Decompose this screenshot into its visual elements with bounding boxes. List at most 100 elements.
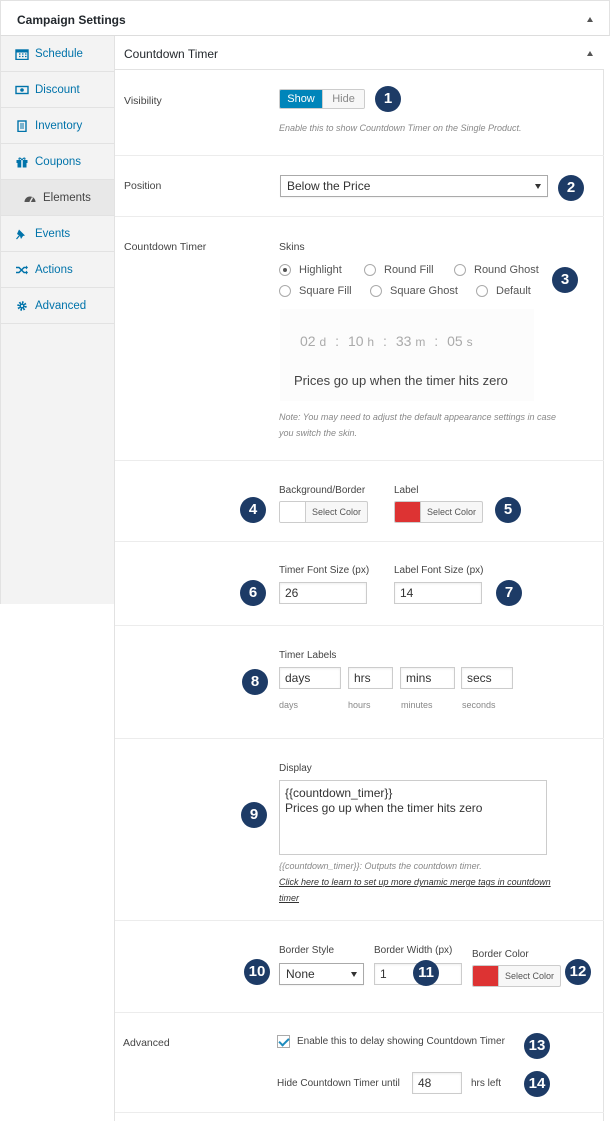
divider	[115, 460, 604, 461]
label-color-swatch	[395, 502, 421, 522]
label-color-label: Label	[394, 485, 419, 496]
visibility-help: Enable this to show Countdown Timer on t…	[279, 123, 522, 133]
skin-option-square-fill[interactable]: Square Fill	[279, 285, 352, 297]
border-width-label: Border Width (px)	[374, 945, 453, 956]
sidebar-item-schedule[interactable]: Schedule	[1, 36, 115, 72]
countdown-timer-label: Countdown Timer	[124, 241, 207, 253]
skin-option-round-ghost[interactable]: Round Ghost	[454, 264, 539, 276]
divider	[115, 1112, 604, 1113]
border-style-select[interactable]: None	[279, 963, 364, 985]
hrs-left-label: hrs left	[471, 1078, 502, 1089]
radio-button[interactable]	[454, 264, 466, 276]
skin-label: Round Ghost	[474, 264, 539, 276]
label-font-size-label: Label Font Size (px)	[394, 565, 484, 576]
radio-button[interactable]	[364, 264, 376, 276]
border-color-picker[interactable]: Select Color	[472, 965, 562, 987]
radio-button[interactable]	[279, 264, 291, 276]
merge-tags-link-cont[interactable]: timer	[279, 890, 299, 906]
hide-button[interactable]: Hide	[322, 90, 364, 108]
skin-option-round-fill[interactable]: Round Fill	[364, 264, 434, 276]
select-color-button[interactable]: Select Color	[499, 966, 560, 986]
panel-title: Campaign Settings	[17, 13, 126, 27]
minutes-label-input[interactable]: mins	[400, 667, 455, 689]
seconds-label-input[interactable]: secs	[461, 667, 513, 689]
radio-button[interactable]	[476, 285, 488, 297]
skin-option-square-ghost[interactable]: Square Ghost	[370, 285, 458, 297]
seconds-caption: seconds	[462, 700, 496, 710]
annotation-badge-14: 14	[524, 1071, 550, 1097]
timer-separator: :	[434, 333, 439, 349]
background-color-picker[interactable]: Select Color	[279, 501, 369, 523]
radio-button[interactable]	[370, 285, 382, 297]
skin-note-line2: you switch the skin.	[279, 428, 358, 438]
sidebar-item-coupons[interactable]: Coupons	[1, 144, 115, 180]
section-header[interactable]: Countdown Timer	[115, 36, 604, 70]
advanced-label: Advanced	[123, 1037, 170, 1049]
skin-option-default[interactable]: Default	[476, 285, 531, 297]
display-line1: {{countdown_timer}}	[285, 786, 393, 800]
show-button[interactable]: Show	[280, 90, 322, 108]
sidebar-item-label: Advanced	[35, 299, 87, 312]
annotation-badge-4: 4	[240, 497, 266, 523]
label-color-picker[interactable]: Select Color	[394, 501, 484, 523]
hours-label-input[interactable]: hrs	[348, 667, 393, 689]
delay-checkbox[interactable]	[277, 1035, 290, 1048]
annotation-badge-1: 1	[375, 86, 401, 112]
skin-label: Highlight	[299, 264, 342, 276]
panel-header[interactable]: Campaign Settings	[0, 0, 610, 36]
sidebar-item-label: Events	[35, 227, 71, 240]
hours-caption: hours	[348, 700, 371, 710]
display-help: {{countdown_timer}}: Outputs the countdo…	[279, 861, 482, 871]
calendar-icon	[15, 48, 29, 60]
timer-hours-unit: h	[367, 335, 375, 349]
annotation-badge-11: 11	[413, 960, 439, 986]
timer-font-size-input[interactable]: 26	[279, 582, 367, 604]
timer-separator: :	[383, 333, 387, 349]
skin-note-line1: Note: You may need to adjust the default…	[279, 412, 557, 422]
section-title: Countdown Timer	[124, 47, 219, 61]
sidebar-item-label: Inventory	[35, 119, 83, 132]
sidebar-item-discount[interactable]: Discount	[1, 72, 115, 108]
gear-icon	[17, 300, 27, 311]
select-color-button[interactable]: Select Color	[306, 502, 367, 522]
border-style-value: None	[286, 967, 315, 981]
timer-seconds-unit: s	[466, 335, 473, 349]
sidebar-item-advanced[interactable]: Advanced	[1, 288, 115, 324]
delay-checkbox-row[interactable]: Enable this to delay showing Countdown T…	[277, 1035, 505, 1048]
label-font-size-input[interactable]: 14	[394, 582, 482, 604]
divider	[115, 155, 604, 156]
timer-days: 02	[300, 333, 316, 349]
sidebar: Schedule Discount Inventory Coupons Elem…	[0, 36, 115, 604]
display-line2: Prices go up when the timer hits zero	[285, 801, 483, 815]
merge-tags-link[interactable]: Click here to learn to set up more dynam…	[279, 874, 551, 890]
display-textarea[interactable]: {{countdown_timer}} Prices go up when th…	[279, 780, 547, 855]
sidebar-item-inventory[interactable]: Inventory	[1, 108, 115, 144]
sidebar-item-events[interactable]: Events	[1, 216, 115, 252]
collapse-arrow-icon[interactable]	[587, 51, 593, 56]
pin-icon	[16, 229, 25, 239]
skins-label: Skins	[279, 241, 305, 253]
sidebar-item-elements[interactable]: Elements	[1, 180, 115, 216]
sidebar-item-label: Coupons	[35, 155, 82, 168]
days-label-input[interactable]: days	[279, 667, 341, 689]
skin-label: Round Fill	[384, 264, 434, 276]
radio-button[interactable]	[279, 285, 291, 297]
visibility-label: Visibility	[124, 95, 162, 107]
position-select[interactable]: Below the Price	[280, 175, 548, 197]
border-color-swatch	[473, 966, 499, 986]
display-label: Display	[279, 763, 312, 774]
divider	[115, 920, 604, 921]
visibility-toggle[interactable]: Show Hide	[279, 89, 365, 109]
hide-until-input[interactable]: 48	[412, 1072, 462, 1094]
chevron-down-icon	[351, 972, 357, 977]
skin-option-highlight[interactable]: Highlight	[279, 264, 342, 276]
annotation-badge-7: 7	[496, 580, 522, 606]
timer-digits: 02 d : 10 h : 33 m : 05 s	[300, 333, 473, 349]
annotation-badge-10: 10	[244, 959, 270, 985]
select-color-button[interactable]: Select Color	[421, 502, 482, 522]
sidebar-item-actions[interactable]: Actions	[1, 252, 115, 288]
collapse-arrow-icon[interactable]	[587, 17, 593, 22]
background-border-label: Background/Border	[279, 485, 366, 496]
annotation-badge-5: 5	[495, 497, 521, 523]
shuffle-icon	[16, 265, 28, 274]
